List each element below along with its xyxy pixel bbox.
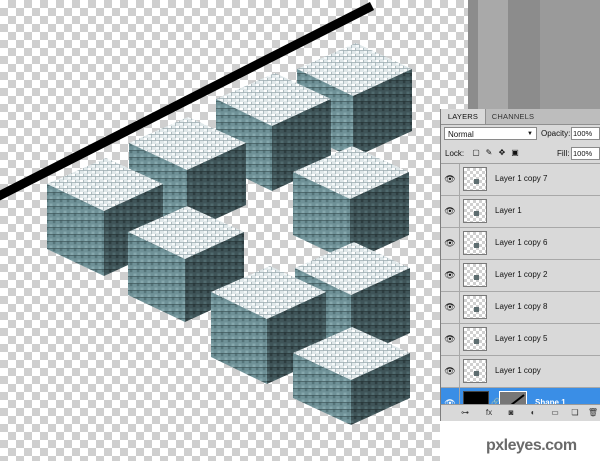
- chevron-down-icon: ▼: [527, 131, 533, 137]
- layer-thumbnail: [463, 359, 487, 383]
- eye-icon[interactable]: 👁: [443, 332, 457, 346]
- layer-row[interactable]: 👁 Layer 1 copy 7: [441, 164, 600, 196]
- layers-bottom-bar: ⊶ fx ◙ ◐ ▭ ❏ 🗑: [441, 404, 600, 422]
- divider: [459, 164, 460, 195]
- fill-label: Fill:: [557, 149, 570, 158]
- layer-row[interactable]: 👁 Layer 1: [441, 196, 600, 228]
- layer-thumbnail: [463, 295, 487, 319]
- trash-icon[interactable]: 🗑: [587, 407, 599, 419]
- layer-name: Layer 1 copy 5: [495, 334, 548, 343]
- layer-list: 👁 Layer 1 copy 7 👁 Layer 1 👁 Layer 1 cop…: [441, 164, 600, 421]
- blend-mode-select[interactable]: Normal ▼: [444, 127, 537, 140]
- layer-thumbnail: [463, 199, 487, 223]
- eye-icon[interactable]: 👁: [443, 204, 457, 218]
- layer-row[interactable]: 👁 Layer 1 copy 2: [441, 260, 600, 292]
- lock-brush-icon[interactable]: ✎: [484, 148, 494, 158]
- eye-icon[interactable]: 👁: [443, 268, 457, 282]
- watermark: pxleyes.com: [486, 437, 577, 454]
- new-group-icon[interactable]: ▭: [549, 407, 561, 419]
- lock-move-icon[interactable]: ✥: [497, 148, 507, 158]
- layer-name: Layer 1: [495, 206, 522, 215]
- document-canvas[interactable]: [0, 0, 468, 461]
- eye-icon[interactable]: 👁: [443, 364, 457, 378]
- eye-icon[interactable]: 👁: [443, 172, 457, 186]
- tab-layers[interactable]: LAYERS: [441, 109, 486, 124]
- layer-name: Layer 1 copy 6: [495, 238, 548, 247]
- lock-label: Lock:: [445, 149, 465, 158]
- divider: [459, 260, 460, 291]
- layer-thumbnail: [463, 327, 487, 351]
- tab-channels[interactable]: CHANNELS: [487, 109, 539, 124]
- eye-icon[interactable]: 👁: [443, 236, 457, 250]
- lock-transparent-icon[interactable]: ▢: [471, 148, 481, 158]
- layer-name: Layer 1 copy: [495, 366, 541, 375]
- divider: [459, 292, 460, 323]
- lock-row: Lock: ▢ ✎ ✥ ▣ Fill: 100%: [441, 145, 600, 164]
- cube-artwork: [0, 1, 412, 425]
- divider: [459, 196, 460, 227]
- layer-name: Layer 1 copy 8: [495, 302, 548, 311]
- layers-panel: LAYERS CHANNELS Normal ▼ Opacity: 100% L…: [440, 109, 600, 422]
- divider: [459, 228, 460, 259]
- layer-row[interactable]: 👁 Layer 1 copy: [441, 356, 600, 388]
- opacity-label: Opacity:: [541, 129, 571, 138]
- layer-thumbnail: [463, 263, 487, 287]
- panel-tabs: LAYERS CHANNELS: [441, 109, 600, 125]
- divider: [459, 356, 460, 387]
- lock-all-icon[interactable]: ▣: [510, 148, 520, 158]
- adjustment-layer-icon[interactable]: ◐: [527, 407, 539, 419]
- link-layers-icon[interactable]: ⊶: [459, 407, 471, 419]
- layer-row[interactable]: 👁 Layer 1 copy 5: [441, 324, 600, 356]
- layer-thumbnail: [463, 167, 487, 191]
- new-layer-icon[interactable]: ❏: [569, 407, 581, 419]
- divider: [459, 324, 460, 355]
- layer-style-icon[interactable]: fx: [483, 407, 495, 419]
- fill-input[interactable]: 100%: [571, 147, 600, 160]
- eye-icon[interactable]: 👁: [443, 300, 457, 314]
- layer-thumbnail: [463, 231, 487, 255]
- layer-name: Layer 1 copy 7: [495, 174, 548, 183]
- opacity-input[interactable]: 100%: [571, 127, 600, 140]
- add-mask-icon[interactable]: ◙: [505, 407, 517, 419]
- layer-name: Layer 1 copy 2: [495, 270, 548, 279]
- layer-row[interactable]: 👁 Layer 1 copy 6: [441, 228, 600, 260]
- layer-row[interactable]: 👁 Layer 1 copy 8: [441, 292, 600, 324]
- blend-row: Normal ▼ Opacity: 100%: [441, 125, 600, 143]
- blend-mode-value: Normal: [448, 130, 474, 139]
